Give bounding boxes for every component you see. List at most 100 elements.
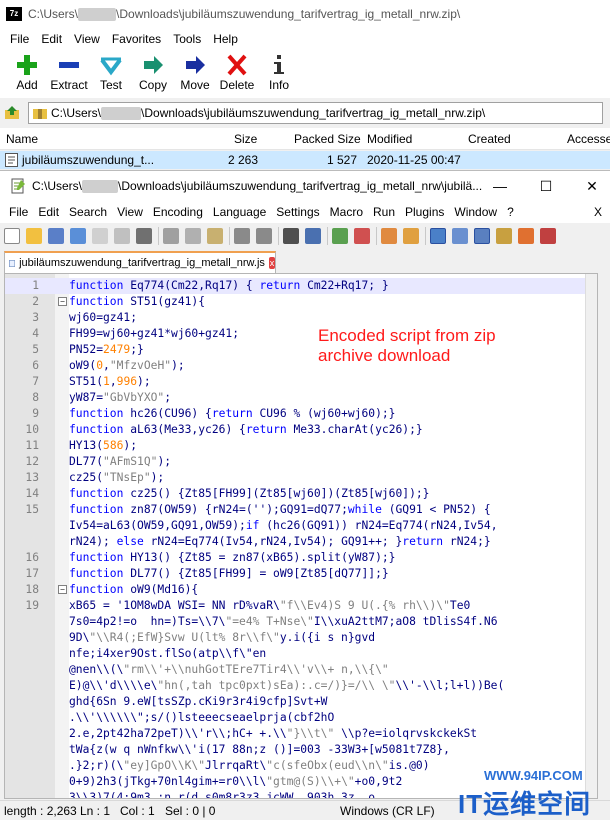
code-line: 16 function HY13() {Zt85 = zn87(xB65).spl… bbox=[5, 550, 597, 566]
close-all-icon[interactable] bbox=[114, 228, 130, 244]
npp-title-suffix: \Downloads\jubiläumszuwendung_tarifvertr… bbox=[118, 178, 483, 193]
npp-menu-close-doc[interactable]: X bbox=[589, 205, 607, 219]
move-button[interactable]: Move bbox=[174, 54, 216, 92]
fold-toggle-icon[interactable]: − bbox=[58, 585, 67, 594]
code-line: 6 oW9(0,"MfzvOeH"); bbox=[5, 358, 597, 374]
paste-icon[interactable] bbox=[207, 228, 223, 244]
npp-menu-run[interactable]: Run bbox=[368, 205, 400, 219]
show-all-chars-icon[interactable] bbox=[452, 228, 468, 244]
add-button[interactable]: Add bbox=[6, 54, 48, 92]
undo-icon[interactable] bbox=[234, 228, 250, 244]
up-folder-icon[interactable] bbox=[4, 105, 20, 121]
npp-menu-help[interactable]: ? bbox=[502, 205, 519, 219]
sync-scroll-h-icon[interactable] bbox=[403, 228, 419, 244]
address-input[interactable]: C:\Users\ \Downloads\jubiläumszuwendung_t… bbox=[28, 102, 603, 124]
zoom-in-icon[interactable] bbox=[332, 228, 348, 244]
cut-icon[interactable] bbox=[163, 228, 179, 244]
toolbar-divider bbox=[376, 227, 377, 245]
word-wrap-icon[interactable] bbox=[430, 228, 446, 244]
redo-icon[interactable] bbox=[256, 228, 272, 244]
toolbar-divider bbox=[278, 227, 279, 245]
npp-menu-file[interactable]: File bbox=[4, 205, 33, 219]
save-icon[interactable] bbox=[48, 228, 64, 244]
code-text: yW87="GbVbYXO"; bbox=[69, 391, 172, 404]
npp-menu-encoding[interactable]: Encoding bbox=[148, 205, 208, 219]
code-text: ghd{6Sn 9.eW[tsSZp.cKi9r3r4i9cfp]Svt+W bbox=[69, 695, 328, 708]
annotation-label: Encoded script from zip archive download bbox=[318, 326, 496, 365]
save-all-icon[interactable] bbox=[70, 228, 86, 244]
info-icon bbox=[274, 55, 284, 74]
code-text: 7s0=4p2!=o hn=)Ts=\\7\"=e4% T+Nse\"I\\xu… bbox=[69, 615, 498, 628]
delete-button[interactable]: Delete bbox=[216, 54, 258, 92]
code-text: 0+9)2h3(jTkg+70nl4gim+=r0\\l\"gtm@(S)\\+… bbox=[69, 775, 403, 788]
replace-icon[interactable] bbox=[305, 228, 321, 244]
copy-button[interactable]: Copy bbox=[132, 54, 174, 92]
column-name[interactable]: Name bbox=[6, 132, 38, 146]
maximize-button[interactable]: ☐ bbox=[523, 171, 569, 201]
close-tab-icon[interactable]: x bbox=[268, 257, 275, 269]
info-button[interactable]: Info bbox=[258, 54, 300, 92]
print-icon[interactable] bbox=[136, 228, 152, 244]
minimize-button[interactable]: — bbox=[477, 171, 523, 201]
column-created[interactable]: Created bbox=[468, 132, 511, 146]
copy-icon[interactable] bbox=[185, 228, 201, 244]
code-line: 10 function aL63(Me33,yc26) {return Me33.… bbox=[5, 422, 597, 438]
fold-toggle-icon[interactable]: − bbox=[58, 297, 67, 306]
line-number: 19 bbox=[25, 599, 39, 612]
zip-menu-help[interactable]: Help bbox=[207, 32, 244, 46]
npp-menu-window[interactable]: Window bbox=[449, 205, 502, 219]
extract-button[interactable]: Extract bbox=[48, 54, 90, 92]
npp-menu-plugins[interactable]: Plugins bbox=[400, 205, 449, 219]
indent-guide-icon[interactable] bbox=[474, 228, 490, 244]
npp-menu-edit[interactable]: Edit bbox=[33, 205, 64, 219]
file-list-row[interactable]: jubiläumszuwendung_t... 2 263 1 527 2020… bbox=[0, 151, 610, 169]
npp-menu-macro[interactable]: Macro bbox=[325, 205, 368, 219]
line-number: 16 bbox=[25, 551, 39, 564]
column-packed-size[interactable]: Packed Size bbox=[294, 132, 361, 146]
macro-play-icon[interactable] bbox=[540, 228, 556, 244]
move-label: Move bbox=[180, 78, 210, 92]
close-window-button[interactable]: ✕ bbox=[569, 171, 610, 201]
editor-vertical-scrollbar[interactable] bbox=[585, 274, 597, 798]
code-line: .\\'\\\\\\";s/()lsteeecseaelprja(cbf2hO bbox=[5, 710, 597, 726]
column-accessed[interactable]: Accesse bbox=[567, 132, 610, 146]
code-line: ghd{6Sn 9.eW[tsSZp.cKi9r3r4i9cfp]Svt+W bbox=[5, 694, 597, 710]
line-number: 13 bbox=[25, 471, 39, 484]
npp-menu-search[interactable]: Search bbox=[64, 205, 112, 219]
zip-menu-favorites[interactable]: Favorites bbox=[106, 32, 167, 46]
zip-menu-file[interactable]: File bbox=[4, 32, 35, 46]
column-size[interactable]: Size bbox=[234, 132, 257, 146]
npp-menu-language[interactable]: Language bbox=[208, 205, 271, 219]
close-file-icon[interactable] bbox=[92, 228, 108, 244]
code-line: 5 PN52=2479;} bbox=[5, 342, 597, 358]
macro-record-icon[interactable] bbox=[518, 228, 534, 244]
copy-label: Copy bbox=[138, 78, 167, 92]
test-button[interactable]: Test bbox=[90, 54, 132, 92]
code-line: tWa{z(w q nWnfkw\\'i(17 88n;z ()]=003 -3… bbox=[5, 742, 597, 758]
zip-menu-view[interactable]: View bbox=[68, 32, 106, 46]
code-text: nfe;i4xer9Ost.flSo(atp\\f\"en bbox=[69, 647, 267, 660]
toolbar-divider bbox=[425, 227, 426, 245]
move-arrow-icon bbox=[186, 56, 205, 74]
code-line: 11 HY13(586); bbox=[5, 438, 597, 454]
file-tab-icon bbox=[9, 259, 16, 267]
info-label: Info bbox=[268, 78, 289, 92]
line-number: 7 bbox=[32, 375, 39, 388]
zoom-out-icon[interactable] bbox=[354, 228, 370, 244]
new-file-icon[interactable] bbox=[4, 228, 20, 244]
sync-scroll-v-icon[interactable] bbox=[381, 228, 397, 244]
tab-script-file[interactable]: jubiläumszuwendung_tarifvertrag_ig_metal… bbox=[4, 251, 276, 273]
zip-menu-edit[interactable]: Edit bbox=[35, 32, 68, 46]
find-icon[interactable] bbox=[283, 228, 299, 244]
npp-menu-settings[interactable]: Settings bbox=[271, 205, 324, 219]
npp-menu-view[interactable]: View bbox=[112, 205, 148, 219]
code-text: function DL77() {Zt85[FH99] = oW9[Zt85[d… bbox=[69, 567, 389, 580]
code-text: Iv54=aL63(OW59,GQ91,OW59);if (hc26(GQ91)… bbox=[69, 519, 498, 532]
open-file-icon[interactable] bbox=[26, 228, 42, 244]
status-column: Col : 1 bbox=[120, 804, 155, 818]
folder-workspace-icon[interactable] bbox=[496, 228, 512, 244]
column-modified[interactable]: Modified bbox=[367, 132, 412, 146]
zip-menu-tools[interactable]: Tools bbox=[167, 32, 207, 46]
code-editor[interactable]: 1 function Eq774(Cm22,Rq17) { return Cm22… bbox=[4, 273, 598, 799]
line-number: 9 bbox=[32, 407, 39, 420]
